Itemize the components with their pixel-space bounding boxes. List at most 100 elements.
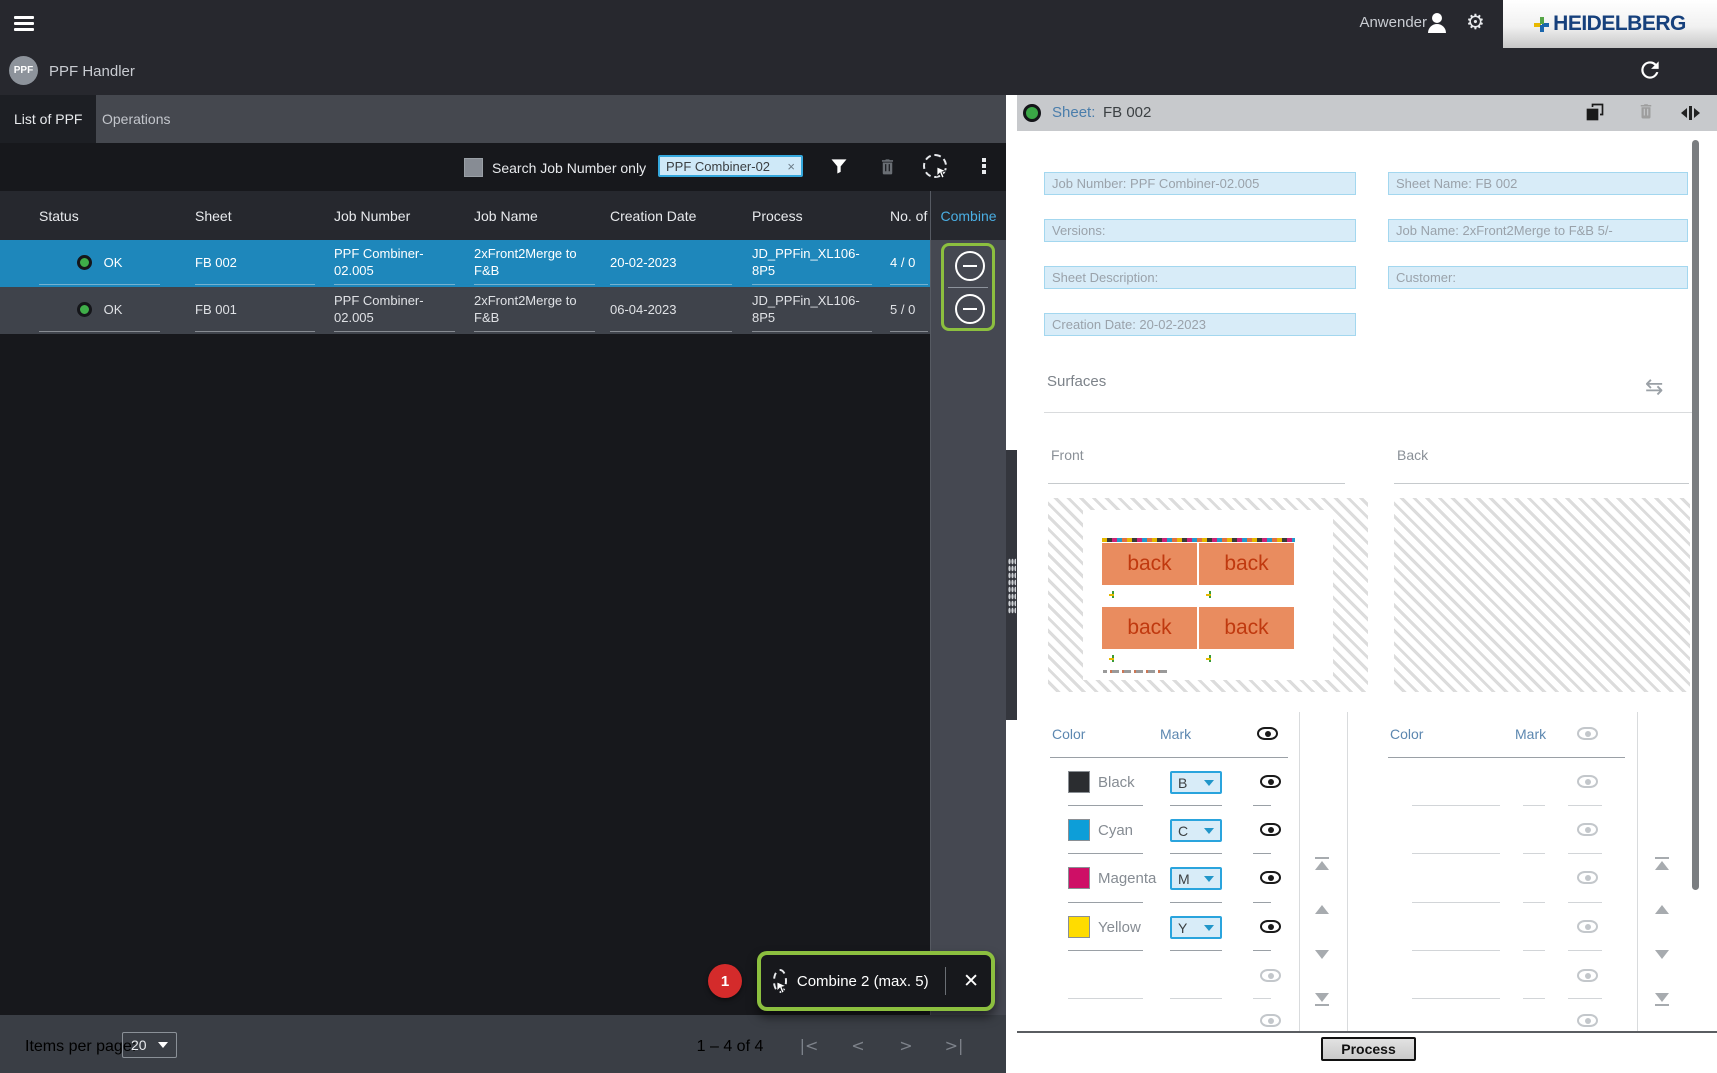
close-icon[interactable]: ✕: [963, 970, 979, 992]
sheet-title-value: FB 002: [1103, 104, 1152, 121]
sheet-title-label: Sheet:: [1052, 104, 1096, 121]
col-header-job-name: Job Name: [474, 207, 538, 224]
back-surface-preview[interactable]: [1394, 498, 1690, 692]
first-page-button[interactable]: |<: [796, 1036, 822, 1058]
versions-field[interactable]: Versions:: [1044, 219, 1356, 242]
back-visibility-header-eye-icon: [1577, 727, 1598, 740]
combine-select-icon[interactable]: [921, 152, 949, 180]
job-number-cell: PPF Combiner-02.005: [334, 240, 455, 285]
search-job-number-label: Search Job Number only: [492, 160, 647, 176]
visibility-eye-icon[interactable]: [1260, 920, 1281, 933]
visibility-eye-icon[interactable]: [1260, 775, 1281, 788]
move-to-top-icon[interactable]: [1315, 857, 1329, 859]
remove-from-combine-button[interactable]: [955, 294, 985, 324]
visibility-eye-icon[interactable]: [1260, 871, 1281, 884]
splitter-handle[interactable]: [1006, 450, 1017, 720]
customer-field[interactable]: Customer:: [1388, 266, 1688, 289]
move-up-icon[interactable]: [1655, 905, 1669, 914]
process-button[interactable]: Process: [1321, 1037, 1416, 1061]
move-to-bottom-icon[interactable]: [1655, 993, 1669, 1002]
delete-icon[interactable]: [873, 152, 901, 180]
mark-dropdown[interactable]: B: [1170, 771, 1222, 794]
user-icon[interactable]: [1426, 12, 1448, 34]
move-to-top-icon[interactable]: [1655, 857, 1669, 859]
duplicate-sheet-icon[interactable]: [1585, 102, 1607, 124]
heidelberg-logo-text: HEIDELBERG: [1553, 12, 1686, 35]
chip-close-icon[interactable]: ×: [787, 159, 795, 174]
move-to-bottom-icon[interactable]: [1315, 1004, 1329, 1006]
tab-operations[interactable]: Operations: [88, 95, 184, 143]
front-surface-preview[interactable]: back back back back: [1048, 498, 1368, 692]
search-filter-chip[interactable]: PPF Combiner-02 ×: [658, 155, 803, 177]
process-cell: JD_PPFin_XL106-8P5: [752, 240, 872, 285]
visibility-eye-icon: [1260, 969, 1281, 982]
mark-dropdown[interactable]: C: [1170, 819, 1222, 842]
mark-dropdown[interactable]: M: [1170, 867, 1222, 890]
col-header-creation-date: Creation Date: [610, 207, 697, 224]
last-page-button[interactable]: >|: [941, 1036, 967, 1058]
table-row[interactable]: OK FB 002 PPF Combiner-02.005 2xFront2Me…: [0, 240, 930, 287]
refresh-icon[interactable]: [1637, 57, 1663, 83]
visibility-eye-icon: [1577, 775, 1598, 788]
previous-page-button[interactable]: <: [845, 1036, 871, 1058]
combine-action-button[interactable]: Combine 2 (max. 5) ✕: [757, 951, 995, 1011]
registration-mark: [1206, 655, 1213, 662]
table-row[interactable]: OK FB 001 PPF Combiner-02.005 2xFront2Me…: [0, 287, 930, 334]
col-header-combine: Combine: [931, 191, 1006, 240]
sheet-cell: FB 001: [195, 287, 315, 332]
creation-date-field[interactable]: Creation Date: 20-02-2023: [1044, 313, 1356, 336]
user-name[interactable]: Anwender: [1359, 14, 1427, 31]
delete-sheet-icon[interactable]: [1637, 102, 1659, 124]
search-job-number-checkbox[interactable]: [464, 158, 483, 177]
page-range-label: 1 – 4 of 4: [696, 1038, 764, 1055]
items-per-page-select[interactable]: 20: [122, 1032, 177, 1058]
next-page-button[interactable]: >: [893, 1036, 919, 1058]
move-up-icon[interactable]: [1315, 905, 1329, 914]
back-label: Back: [1397, 447, 1429, 463]
status-cell: OK: [39, 240, 160, 285]
move-to-top-icon[interactable]: [1315, 861, 1329, 870]
color-name: Black: [1098, 774, 1135, 791]
remove-from-combine-button[interactable]: [955, 251, 985, 281]
settings-gear-icon[interactable]: ⚙: [1466, 10, 1485, 36]
filter-icon[interactable]: [825, 152, 853, 180]
color-name: Magenta: [1098, 870, 1157, 887]
tab-bar: List of PPF Operations: [0, 95, 1006, 143]
move-to-top-icon[interactable]: [1655, 861, 1669, 870]
mark-dropdown[interactable]: Y: [1170, 916, 1222, 939]
combine-column-divider: [930, 191, 931, 1015]
back-mark-header: Mark: [1515, 726, 1547, 742]
marquee-circle-icon: [923, 154, 948, 179]
imposition-page: back: [1199, 543, 1294, 585]
move-to-bottom-icon[interactable]: [1655, 1004, 1669, 1006]
front-visibility-header-eye-icon[interactable]: [1257, 727, 1278, 740]
chevron-down-icon: [1204, 875, 1214, 882]
sheet-name-field[interactable]: Sheet Name: FB 002: [1388, 172, 1688, 195]
move-down-icon[interactable]: [1655, 950, 1669, 959]
job-name-field[interactable]: Job Name: 2xFront2Merge to F&B 5/-: [1388, 219, 1688, 242]
menu-icon[interactable]: [14, 16, 34, 32]
job-number-field[interactable]: Job Number: PPF Combiner-02.005: [1044, 172, 1356, 195]
visibility-eye-icon[interactable]: [1260, 823, 1281, 836]
drag-dots-icon: [1008, 558, 1016, 614]
no-of-sheets-cell: 5 / 0: [890, 287, 928, 332]
move-down-icon[interactable]: [1315, 950, 1329, 959]
color-swatch: [1068, 867, 1090, 889]
panel-bottom-divider: [1017, 1031, 1717, 1033]
combine-group-divider: [948, 287, 988, 288]
expand-panel-icon[interactable]: [1681, 102, 1703, 124]
visibility-eye-icon: [1260, 1014, 1281, 1027]
color-name: Yellow: [1098, 919, 1141, 936]
sheet-footer-marks: [1103, 670, 1168, 673]
col-header-process: Process: [752, 207, 803, 224]
sheet-description-field[interactable]: Sheet Description:: [1044, 266, 1356, 289]
color-bar-strip: [1102, 538, 1295, 542]
app-title: PPF Handler: [49, 63, 135, 80]
tab-list-of-ppf[interactable]: List of PPF: [0, 95, 97, 143]
more-options-icon[interactable]: [970, 152, 998, 180]
move-to-bottom-icon[interactable]: [1315, 993, 1329, 1002]
detail-scrollbar[interactable]: [1692, 140, 1699, 890]
marquee-circle-icon: [773, 969, 788, 994]
swap-surfaces-icon[interactable]: ⇆: [1645, 375, 1663, 400]
col-header-status: Status: [39, 207, 79, 224]
